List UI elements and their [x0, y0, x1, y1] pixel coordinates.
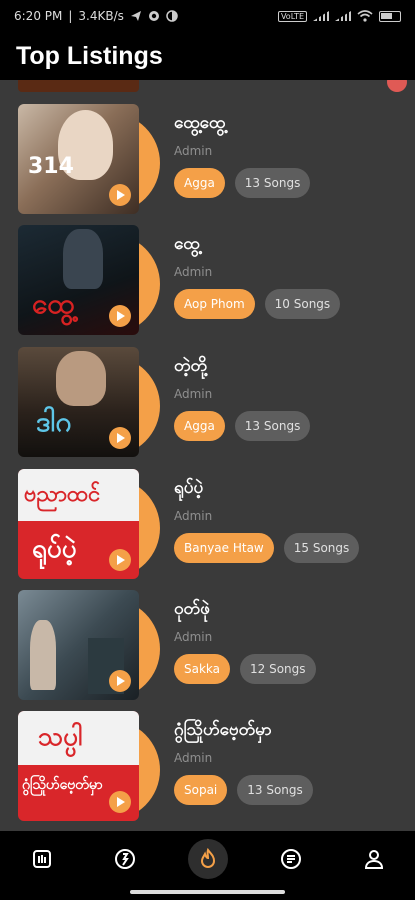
list-item[interactable]: ထွေ့ ထွေ့ Admin Aop Phom 10 Songs [0, 221, 415, 342]
album-art[interactable]: 314 [18, 104, 139, 214]
song-count-chip: 13 Songs [234, 168, 311, 198]
list-item[interactable]: သပ္ပါ ဂွံသြိုဟ်ဗေ့တ်မှာ ဂွံသြိုဟ်ဗေ့တ်မှ… [0, 707, 415, 828]
album-art[interactable]: ဗညာထင် ရုပ်ပဲ့ [18, 469, 139, 579]
home-indicator[interactable] [130, 890, 285, 894]
song-count-chip: 12 Songs [240, 654, 316, 684]
nav-top-listings[interactable] [187, 839, 228, 879]
nav-library[interactable] [22, 839, 62, 879]
network-speed: 3.4KB/s [78, 9, 124, 23]
song-count-chip: 15 Songs [283, 533, 360, 563]
nav-profile[interactable] [354, 839, 394, 879]
status-bar: 6:20 PM | 3.4KB/s VoLTE [0, 0, 415, 32]
album-art-text-bottom: ရုပ်ပဲ့ [32, 534, 77, 564]
artist-chip[interactable]: Agga [174, 168, 225, 198]
artist-chip[interactable]: Banyae Htaw [174, 533, 274, 563]
battery-icon [379, 10, 401, 22]
item-owner: Admin [174, 630, 213, 644]
album-art[interactable]: ထွေ့ [18, 225, 139, 335]
item-owner: Admin [174, 509, 213, 523]
play-icon[interactable] [109, 670, 131, 692]
song-count-chip: 13 Songs [234, 411, 311, 441]
artist-icon [114, 849, 135, 869]
song-count-chip: 13 Songs [237, 775, 313, 805]
item-title: ရုပ်ပဲ့ [174, 478, 204, 498]
album-art[interactable] [18, 590, 139, 700]
item-title: ဝုတ်ဖုဲ [174, 599, 210, 619]
bottom-nav [0, 831, 415, 887]
app-header: Top Listings [0, 32, 415, 80]
album-art-text-bottom: ဂွံသြိုဟ်ဗေ့တ်မှာ [22, 777, 103, 793]
play-icon[interactable] [109, 791, 131, 813]
item-owner: Admin [174, 265, 213, 279]
library-icon [32, 850, 51, 868]
previous-item-art [18, 80, 139, 92]
gesture-bar [0, 887, 415, 900]
app-notification-icon [148, 11, 159, 21]
list-item[interactable]: ဒါဂ တဲ့တို့ Admin Agga 13 Songs [0, 343, 415, 464]
list-item[interactable]: ဝုတ်ဖုဲ Admin Sakka 12 Songs [0, 586, 415, 707]
volte-badge: VoLTE [277, 10, 307, 22]
artist-chip[interactable]: Sopai [174, 775, 228, 805]
album-art-text: ဒါဂ [36, 405, 72, 438]
portrait [63, 229, 103, 289]
playlist-icon [280, 849, 301, 869]
portrait [56, 351, 106, 406]
half-circle-icon [166, 10, 178, 22]
fire-icon [200, 848, 215, 868]
status-time: 6:20 PM [14, 9, 63, 23]
artist-chip[interactable]: Sakka [174, 654, 231, 684]
item-owner: Admin [174, 144, 213, 158]
artist-chip[interactable]: Agga [174, 411, 225, 441]
album-art-text: 314 [28, 154, 74, 179]
item-title: ဂွံသြိုဟ်ဗေ့တ်မှာ [174, 720, 272, 740]
list-item[interactable]: 314 ထွေ့ထွေ့ Admin Agga 13 Songs [0, 100, 415, 221]
song-count-chip: 10 Songs [264, 289, 341, 319]
play-icon[interactable] [109, 549, 131, 571]
album-art[interactable]: သပ္ပါ ဂွံသြိုဟ်ဗေ့တ်မှာ [18, 711, 139, 821]
nav-artists[interactable] [105, 839, 145, 879]
item-owner: Admin [174, 387, 213, 401]
item-owner: Admin [174, 751, 213, 765]
profile-icon [364, 850, 383, 869]
scroll-indicator [387, 80, 407, 92]
artist-chip[interactable]: Aop Phom [174, 289, 255, 319]
album-art-text-top: သပ္ပါ [38, 722, 83, 752]
signal-icon-2 [335, 11, 351, 21]
album-art[interactable]: ဒါဂ [18, 347, 139, 457]
wifi-icon [357, 10, 373, 22]
album-art-text-top: ဗညာထင် [24, 482, 101, 507]
figure-left [30, 620, 56, 690]
nav-playlists[interactable] [271, 839, 311, 879]
telegram-icon [130, 11, 141, 21]
list-item[interactable]: ဗညာထင် ရုပ်ပဲ့ ရုပ်ပဲ့ Admin Banyae Htaw… [0, 465, 415, 586]
item-title: ထွေ့ [174, 234, 200, 254]
album-art-text: ထွေ့ [32, 287, 75, 320]
signal-icon-1 [313, 11, 329, 21]
play-icon[interactable] [109, 305, 131, 327]
page-title: Top Listings [16, 41, 163, 70]
play-icon[interactable] [109, 184, 131, 206]
item-title: တဲ့တို့ [174, 356, 208, 376]
item-title: ထွေ့ထွေ့ [174, 113, 226, 133]
listing-list[interactable]: 314 ထွေ့ထွေ့ Admin Agga 13 Songs ထွေ့ ထွ… [0, 80, 415, 831]
play-icon[interactable] [109, 427, 131, 449]
